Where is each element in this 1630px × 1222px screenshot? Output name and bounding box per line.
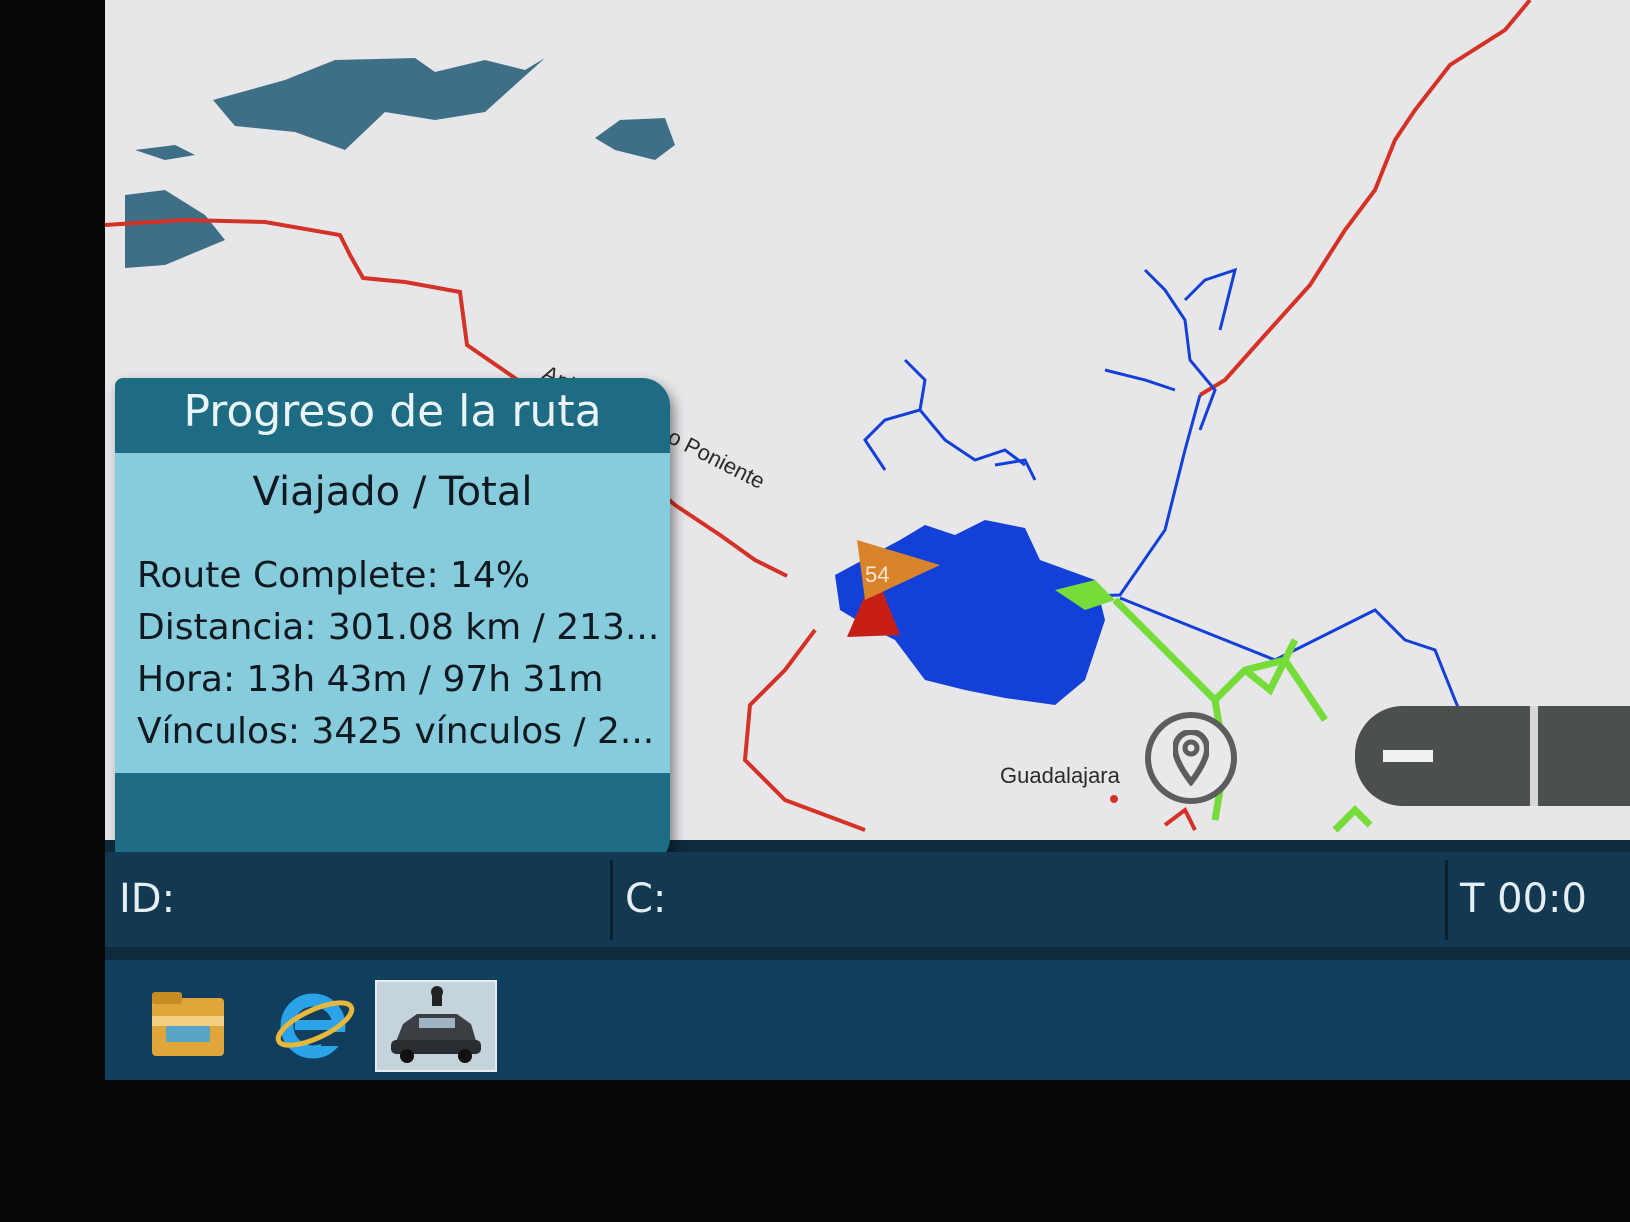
taskbar (105, 960, 1630, 1080)
panel-title: Progreso de la ruta (183, 386, 602, 437)
route-line (918, 409, 1026, 467)
water-body (595, 118, 675, 160)
taskbar-route-app[interactable] (375, 980, 497, 1072)
status-bar: ID: C: T 00:0 (105, 852, 1630, 947)
city-marker (1110, 795, 1118, 803)
water-body (213, 58, 545, 150)
water-body (135, 145, 195, 160)
car-app-icon (391, 986, 481, 1063)
zoom-control (1355, 706, 1630, 806)
route-line (1198, 0, 1532, 397)
minus-icon (1383, 750, 1433, 762)
route-line (863, 358, 927, 471)
taskbar-file-explorer[interactable] (140, 980, 240, 1070)
route-line (1104, 368, 1176, 392)
status-separator (610, 860, 613, 940)
panel-body: Viajado / Total Route Complete: 14% Dist… (115, 453, 670, 773)
location-pin-icon (1173, 730, 1209, 786)
distance-stat: Distancia: 301.08 km / 213... (137, 607, 660, 648)
screen: 54 Anillo Periférico Poniente Guadalajar… (105, 0, 1630, 1080)
city-label: Guadalajara (1000, 763, 1120, 788)
links-stat: Vínculos: 3425 vínculos / 2... (137, 711, 655, 752)
id-field: ID: (119, 876, 176, 922)
c-field: C: (625, 876, 667, 922)
route-line (742, 628, 866, 832)
vehicle-marker-number: 54 (865, 562, 889, 587)
time-stat: Hora: 13h 43m / 97h 31m (137, 659, 604, 700)
route-progress-panel: Progreso de la ruta Viajado / Total Rout… (115, 378, 670, 866)
route-complete-stat: Route Complete: 14% (137, 555, 531, 596)
route-line (1143, 268, 1217, 431)
time-field: T 00:0 (1460, 876, 1587, 922)
status-separator (1445, 860, 1448, 940)
route-line (1163, 806, 1197, 831)
water-body (125, 190, 225, 268)
my-location-button[interactable] (1145, 712, 1237, 804)
internet-explorer-icon (275, 993, 355, 1059)
panel-subtitle: Viajado / Total (252, 469, 533, 515)
route-line (1183, 267, 1238, 331)
route-line (1332, 805, 1373, 833)
taskbar-internet-explorer[interactable] (265, 980, 365, 1070)
zoom-out-button[interactable] (1355, 706, 1530, 806)
folder-icon (152, 992, 224, 1056)
zoom-divider (1530, 706, 1538, 806)
route-line (994, 458, 1037, 481)
